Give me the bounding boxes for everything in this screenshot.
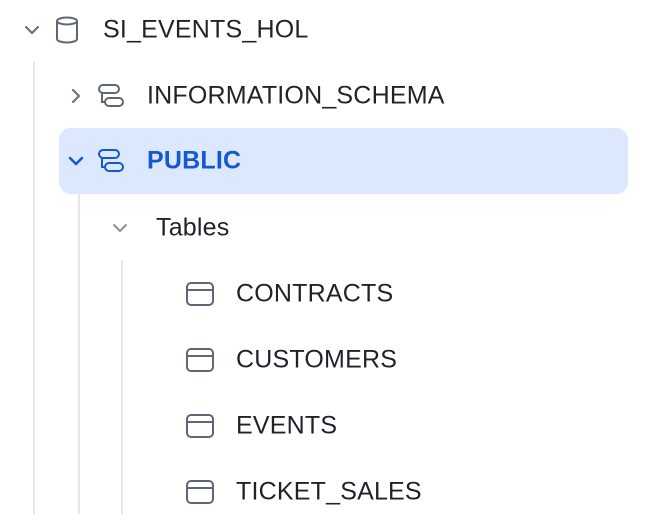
database-icon <box>54 15 80 45</box>
chevron-right-icon[interactable] <box>64 84 88 108</box>
schema-icon <box>97 82 125 110</box>
tree-item-table[interactable]: CONTRACTS <box>0 261 646 327</box>
tree-item-label: SI_EVENTS_HOL <box>103 15 309 44</box>
tree-item-tables-folder[interactable]: Tables <box>0 195 646 261</box>
chevron-down-icon[interactable] <box>108 216 132 240</box>
tree-item-label: EVENTS <box>236 411 338 440</box>
tree-item-label: Tables <box>156 213 230 242</box>
tree-item-table[interactable]: EVENTS <box>0 393 646 459</box>
tree-item-table[interactable]: CUSTOMERS <box>0 327 646 393</box>
object-explorer-tree: SI_EVENTS_HOL INFORMATION_SCHEMA PUBLIC … <box>0 0 646 514</box>
schema-icon <box>97 147 125 175</box>
tree-item-table[interactable]: TICKET_SALES <box>0 459 646 525</box>
tree-item-database[interactable]: SI_EVENTS_HOL <box>0 0 646 63</box>
table-icon <box>185 412 215 440</box>
table-icon <box>185 346 215 374</box>
table-icon <box>185 478 215 506</box>
tree-item-label: CONTRACTS <box>236 279 394 308</box>
tree-item-label: PUBLIC <box>147 146 242 175</box>
table-icon <box>185 280 215 308</box>
tree-item-label: CUSTOMERS <box>236 345 398 374</box>
chevron-down-icon[interactable] <box>64 149 88 173</box>
chevron-down-icon[interactable] <box>20 18 44 42</box>
tree-item-label: TICKET_SALES <box>236 477 422 506</box>
tree-item-schema-information-schema[interactable]: INFORMATION_SCHEMA <box>0 63 646 129</box>
tree-item-label: INFORMATION_SCHEMA <box>147 81 445 110</box>
tree-item-schema-public[interactable]: PUBLIC <box>59 128 628 194</box>
